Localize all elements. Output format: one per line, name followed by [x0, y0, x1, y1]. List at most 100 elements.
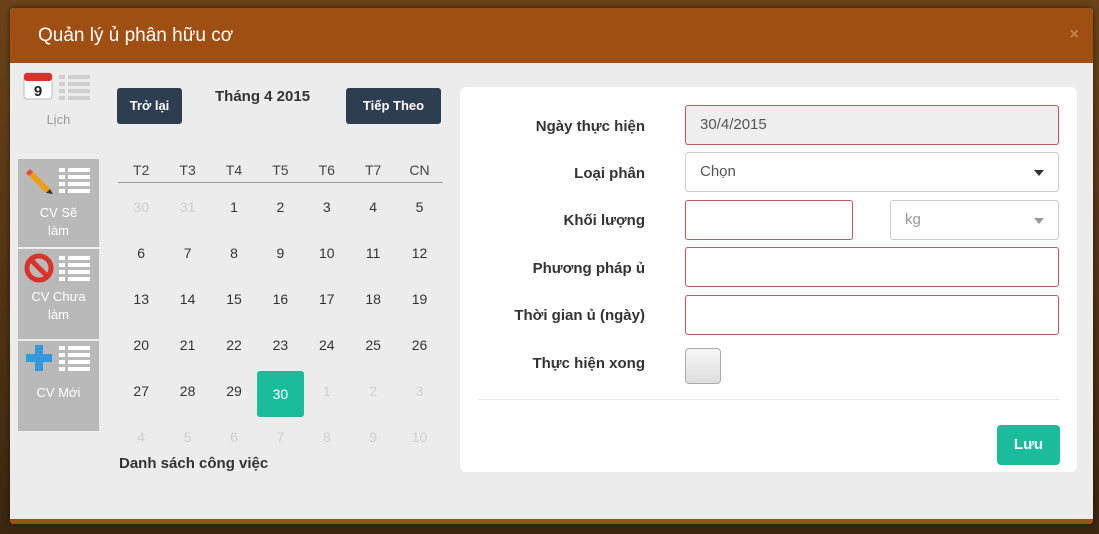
list-icon [59, 167, 91, 198]
calendar-day[interactable]: 2 [350, 371, 396, 417]
calendar-day[interactable]: 19 [396, 279, 442, 325]
sidebar-item-label: CV Sẽ [39, 205, 78, 220]
done-checkbox[interactable] [685, 348, 721, 384]
calendar-day[interactable]: 20 [118, 325, 164, 371]
fertilizer-type-value: Chọn [700, 163, 736, 180]
sidebar-item-label: CV Chưa [31, 289, 86, 304]
calendar-day[interactable]: 26 [396, 325, 442, 371]
form-divider [478, 399, 1059, 400]
method-field[interactable] [685, 247, 1059, 287]
calendar-day[interactable]: 3 [304, 187, 350, 233]
list-icon [59, 255, 91, 286]
calendar-day[interactable]: 2 [257, 187, 303, 233]
modal-header: Quản lý ủ phân hữu cơ × [10, 8, 1093, 63]
calendar-day[interactable]: 1 [211, 187, 257, 233]
list-icon [59, 74, 91, 105]
sidebar-item-new[interactable]: CV Mới [18, 341, 99, 431]
calendar-day[interactable]: 30 [118, 187, 164, 233]
calendar-day[interactable]: 9 [257, 233, 303, 279]
calendar-week: 30 31 1 2 3 4 5 [118, 187, 443, 233]
prohibited-icon [24, 253, 54, 288]
chevron-down-icon [1034, 218, 1044, 224]
method-label: Phương pháp ủ [532, 260, 645, 277]
calendar-day[interactable]: 18 [350, 279, 396, 325]
weight-label: Khối lượng [563, 212, 645, 229]
weekday-label: T6 [318, 162, 335, 178]
chevron-down-icon [1034, 170, 1044, 176]
calendar-day[interactable]: 10 [396, 417, 442, 463]
calendar-day[interactable]: 4 [350, 187, 396, 233]
calendar-day[interactable]: 8 [304, 417, 350, 463]
weekday-label: T7 [364, 162, 382, 178]
calendar-day-selected[interactable]: 30 [257, 371, 304, 417]
calendar-weekday-header: T2 T3 T4 T5 T6 T7 CN [118, 158, 443, 183]
weekday-label: T2 [133, 162, 150, 178]
calendar-week: 13 14 15 16 17 18 19 [118, 279, 443, 325]
modal-title: Quản lý ủ phân hữu cơ [38, 25, 234, 46]
calendar-day[interactable]: 3 [396, 371, 442, 417]
calendar-day[interactable]: 31 [164, 187, 210, 233]
sidebar-item-label: làm [48, 307, 69, 322]
weight-field[interactable] [685, 200, 853, 240]
save-button[interactable]: Lưu [997, 425, 1060, 465]
weekday-label: CN [409, 162, 430, 178]
calendar-day[interactable]: 16 [257, 279, 303, 325]
fertilizer-type-select[interactable]: Chọn [685, 152, 1059, 192]
calendar-day[interactable]: 29 [211, 371, 257, 417]
next-month-button[interactable]: Tiếp Theo [346, 88, 441, 124]
calendar-grid: T2 T3 T4 T5 T6 T7 CN 30 31 1 2 3 4 5 6 7… [118, 158, 443, 463]
plus-icon [24, 343, 54, 378]
calendar-day[interactable]: 12 [396, 233, 442, 279]
calendar-day[interactable]: 22 [211, 325, 257, 371]
calendar-day[interactable]: 28 [164, 371, 210, 417]
sidebar-item-calendar[interactable]: 9 Lịch [18, 70, 99, 138]
calendar-day[interactable]: 6 [118, 233, 164, 279]
unit-value: kg [905, 211, 921, 228]
date-label: Ngày thực hiện [535, 118, 645, 135]
weekday-label: T5 [272, 162, 289, 178]
calendar-day[interactable]: 5 [396, 187, 442, 233]
duration-field[interactable] [685, 295, 1059, 335]
modal-footer-bar [10, 519, 1093, 524]
calendar-day[interactable]: 8 [211, 233, 257, 279]
sidebar-item-pending[interactable]: CV Chưa làm [18, 249, 99, 339]
calendar-day[interactable]: 11 [350, 233, 396, 279]
calendar-day[interactable]: 1 [304, 371, 350, 417]
calendar-day[interactable]: 7 [164, 233, 210, 279]
prev-month-button[interactable]: Trở lại [117, 88, 182, 124]
close-icon[interactable]: × [1070, 26, 1079, 44]
task-list-title: Danh sách công việc [119, 455, 269, 472]
task-form-panel: Ngày thực hiện 30/4/2015 Loại phân Chọn … [460, 87, 1077, 472]
fertilizer-type-label: Loại phân [574, 165, 645, 182]
weekday-label: T3 [179, 162, 196, 178]
calendar-day[interactable]: 9 [350, 417, 396, 463]
svg-text:9: 9 [34, 83, 42, 100]
calendar-day[interactable]: 25 [350, 325, 396, 371]
calendar-week: 20 21 22 23 24 25 26 [118, 325, 443, 371]
month-title: Tháng 4 2015 [215, 88, 311, 105]
calendar-day[interactable]: 27 [118, 371, 164, 417]
done-label: Thực hiện xong [532, 355, 645, 372]
date-field[interactable]: 30/4/2015 [685, 105, 1059, 145]
calendar-day[interactable]: 24 [304, 325, 350, 371]
calendar-day[interactable]: 23 [257, 325, 303, 371]
weekday-label: T4 [225, 162, 243, 178]
sidebar-item-label: Lịch [46, 112, 71, 127]
sidebar-item-label: CV Mới [36, 385, 81, 400]
calendar-day[interactable]: 17 [304, 279, 350, 325]
calendar-day[interactable]: 10 [304, 233, 350, 279]
calendar-icon: 9 [23, 72, 53, 100]
calendar-day[interactable]: 21 [164, 325, 210, 371]
list-icon [59, 345, 91, 376]
compost-modal: Quản lý ủ phân hữu cơ × 9 Lịch CV Sẽ làm… [10, 8, 1093, 524]
pencil-icon [24, 165, 54, 200]
sidebar-item-planned[interactable]: CV Sẽ làm [18, 159, 99, 247]
sidebar-item-label: làm [48, 223, 69, 238]
duration-label: Thời gian ủ (ngày) [514, 307, 645, 324]
calendar-week: 6 7 8 9 10 11 12 [118, 233, 443, 279]
calendar-week: 27 28 29 30 1 2 3 [118, 371, 443, 417]
unit-select[interactable]: kg [890, 200, 1059, 240]
calendar-day[interactable]: 14 [164, 279, 210, 325]
calendar-day[interactable]: 15 [211, 279, 257, 325]
calendar-day[interactable]: 13 [118, 279, 164, 325]
